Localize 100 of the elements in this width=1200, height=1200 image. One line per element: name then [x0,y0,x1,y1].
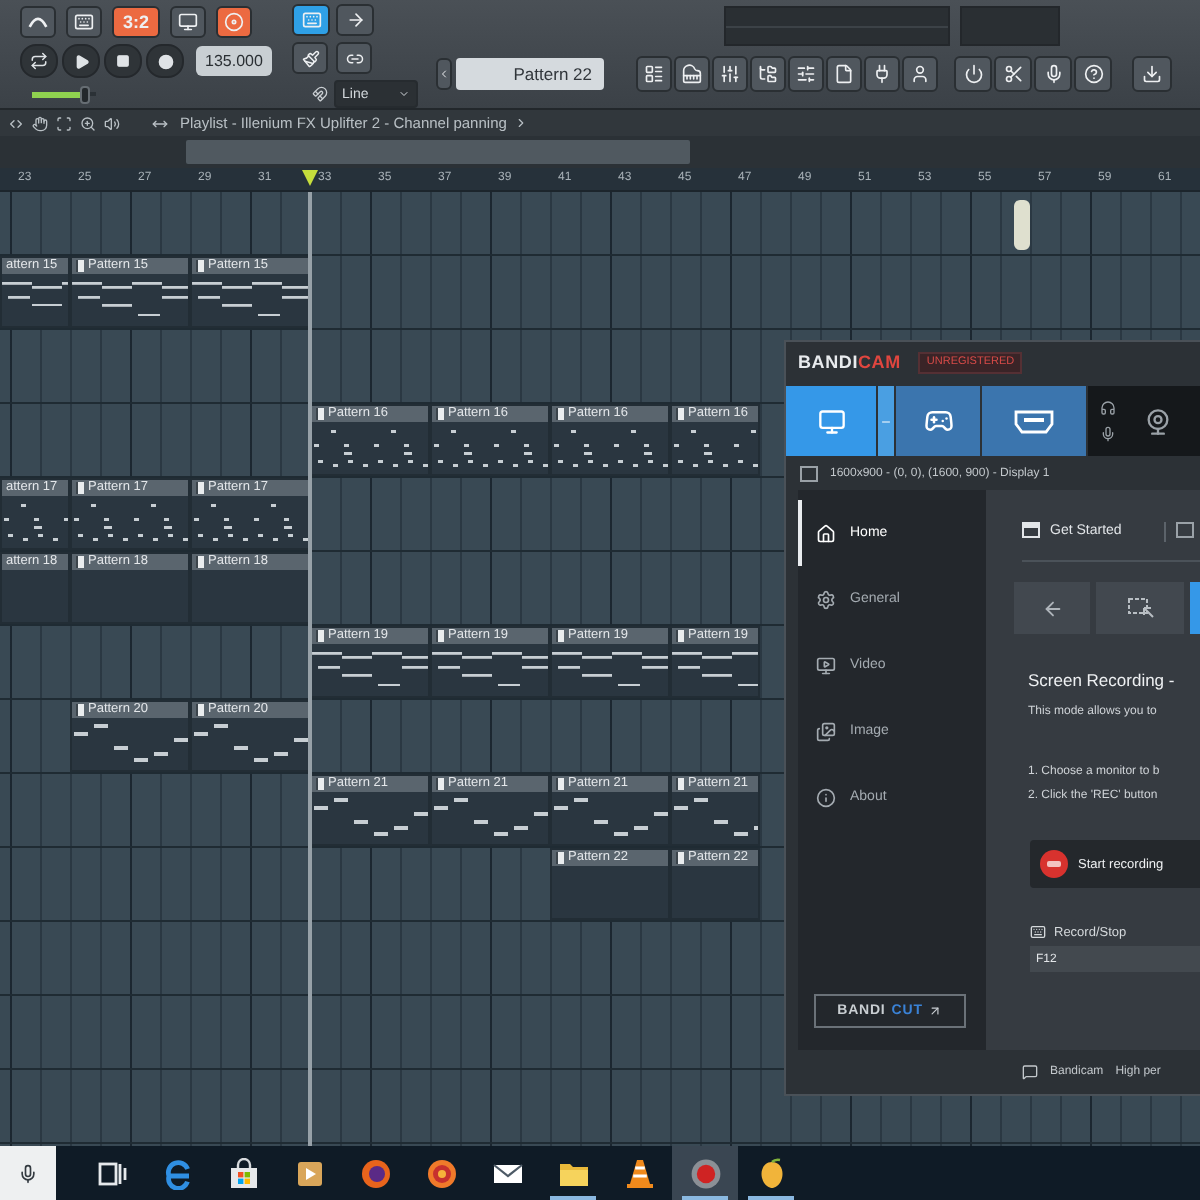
pattern-icon [316,778,324,790]
mixer-icon [796,64,816,84]
notes-drawing [552,652,668,687]
piano-icon [682,64,702,84]
brush-icon [301,49,319,67]
toolbar-button[interactable] [636,56,672,92]
monitor-icon [817,407,845,435]
area-select-icon [1127,597,1153,619]
pattern-icon [436,630,444,642]
keyboard-icon [74,11,94,31]
nav-button[interactable] [1096,582,1184,634]
toggle-button[interactable] [170,5,206,37]
toolbar-button[interactable] [1074,56,1112,92]
handle-icon[interactable] [1014,200,1030,250]
dropdown-button[interactable] [878,386,896,456]
cpu-panel [960,6,1060,46]
monitor-play-icon [816,655,836,675]
toolbar-button[interactable] [750,56,786,92]
webcam-icon[interactable] [1144,407,1172,435]
hand-icon[interactable] [32,115,48,131]
notes-drawing [432,652,548,687]
dash-icon [880,415,892,427]
caret-icon [398,88,410,100]
notes-drawing [672,652,758,687]
notes-drawing [434,798,548,836]
plug-icon [872,64,892,84]
toolbar-button[interactable] [674,56,710,92]
area-icon [800,465,818,481]
tempo-display[interactable]: 135.000 [196,46,272,76]
toolbar-button[interactable] [902,56,938,92]
loop-button[interactable] [20,44,58,78]
tab-icon[interactable] [1175,522,1194,538]
tool-button[interactable] [336,4,374,36]
notes-drawing [674,430,758,467]
toolbar-button[interactable] [826,56,862,92]
toolbar-button[interactable] [788,56,824,92]
folder-tree-icon [758,64,778,84]
window-icon [1022,522,1040,538]
toolbar-button[interactable] [1034,56,1072,92]
bandicam-logo: BANDICAM [798,352,901,372]
toggle-button[interactable] [20,5,56,37]
stop-button[interactable] [104,44,142,78]
speaker-icon[interactable] [104,115,120,131]
mode-tab[interactable] [896,386,982,456]
headphones-icon[interactable] [1100,400,1116,416]
notes-drawing [314,430,428,467]
tool-button[interactable] [292,4,330,36]
toolbar-button[interactable] [994,56,1032,92]
selection-icon[interactable] [56,115,72,131]
scrollbar-thumb[interactable] [186,140,690,164]
pattern-icon [196,556,204,568]
port-icon [1014,409,1054,433]
notes-drawing [74,724,188,762]
previous-pattern-button[interactable] [436,58,452,90]
record-button[interactable] [146,44,184,78]
arrows-icon[interactable] [8,115,24,131]
task-view-icon [95,1157,127,1189]
slider-thumb[interactable] [79,85,90,103]
move-icon[interactable] [152,115,168,131]
gamepad-icon [923,406,953,436]
house-icon [816,523,836,543]
zoom-icon[interactable] [80,115,96,131]
mic-icon[interactable] [1100,426,1116,442]
pattern-icon [316,630,324,642]
pattern-selector[interactable]: Pattern 22 [456,58,604,90]
notes-drawing [4,504,68,541]
power-icon [963,64,983,84]
link-button[interactable] [336,42,372,74]
chat-icon[interactable] [1022,1064,1038,1080]
section-heading: Screen Recording - [1028,670,1177,690]
pattern-icon [196,260,204,272]
play-button[interactable] [62,44,100,78]
brush-button[interactable] [292,42,328,74]
mode-tab[interactable] [786,386,878,456]
arc-icon [28,14,48,28]
toolbar-button[interactable] [954,56,992,92]
download-button[interactable] [1132,56,1172,92]
counter-button[interactable]: 3:2 [112,5,160,37]
chevron-left-icon [438,68,450,80]
search-field[interactable] [0,1146,56,1200]
pattern-icon [556,630,564,642]
images-icon [816,721,836,741]
disc-icon [224,11,244,31]
notes-drawing [74,504,188,541]
pattern-icon [76,556,84,568]
record-icon [689,1157,721,1189]
notes-drawing [554,798,668,836]
toolbar-button[interactable] [864,56,900,92]
toolbar-button[interactable] [712,56,748,92]
notes-drawing [2,282,68,307]
keyboard-icon [301,10,321,30]
toggle-button[interactable] [216,5,252,37]
pattern-icon [76,482,84,494]
stop-icon [116,54,130,68]
person-icon [910,64,930,84]
traffic-cone-icon [623,1157,655,1189]
pattern-icon [676,778,684,790]
toggle-button[interactable] [66,5,102,37]
pattern-icon [196,704,204,716]
pattern-icon [436,408,444,420]
